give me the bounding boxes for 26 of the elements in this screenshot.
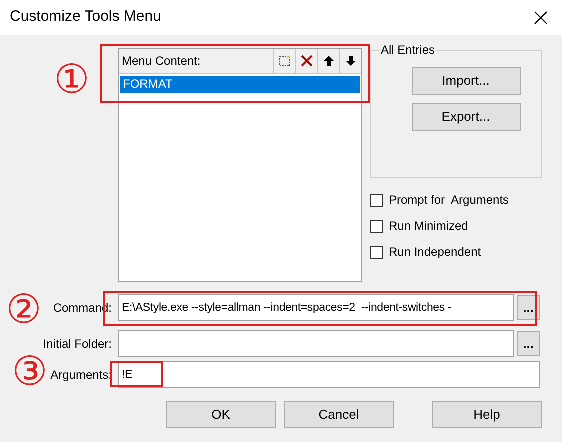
browse-button[interactable]: ...: [517, 295, 540, 320]
dialog-button[interactable]: OK: [166, 401, 276, 428]
entry-button[interactable]: Export...: [412, 103, 520, 131]
list-item[interactable]: FORMAT: [120, 76, 360, 93]
field-label: Arguments:: [50, 366, 112, 384]
checkbox-label: Run Minimized: [389, 218, 468, 235]
window-title: Customize Tools Menu: [10, 7, 162, 28]
dialog-button[interactable]: Cancel: [284, 401, 394, 428]
step-number: ②: [5, 290, 43, 330]
input-field[interactable]: [118, 330, 514, 357]
checkbox[interactable]: [370, 194, 383, 206]
list-header-label: Menu Content:: [122, 53, 201, 70]
highlight-frame: [110, 361, 163, 387]
checkbox[interactable]: [370, 220, 383, 232]
browse-button[interactable]: ...: [517, 331, 540, 356]
input-field[interactable]: !E: [118, 361, 540, 388]
field-label: Initial Folder:: [43, 336, 112, 352]
checkbox[interactable]: [370, 246, 383, 258]
close-icon[interactable]: [534, 10, 548, 24]
input-field[interactable]: E:\AStyle.exe --style=allman --indent=spaces=2 --indent-switches -: [118, 294, 514, 321]
step-number: ③: [11, 352, 49, 392]
checkbox-label: Run Independent: [389, 244, 482, 261]
step-number: ①: [53, 60, 91, 100]
checkbox-label: Prompt for Arguments: [389, 192, 510, 209]
entry-button[interactable]: Import...: [412, 67, 520, 95]
dialog-button[interactable]: Help: [432, 401, 542, 428]
